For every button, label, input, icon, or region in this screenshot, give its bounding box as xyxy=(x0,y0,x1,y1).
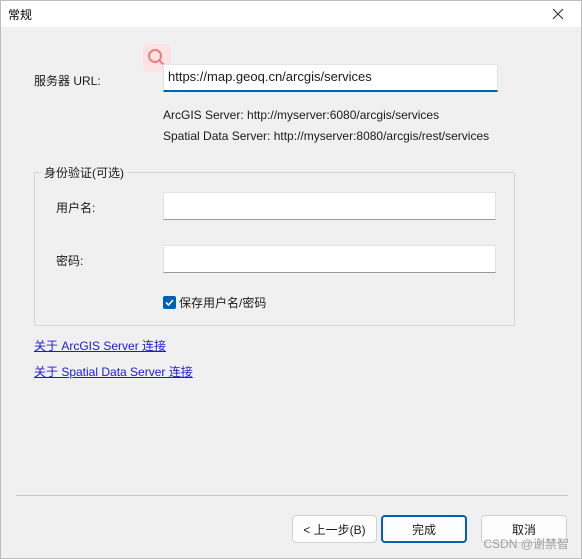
close-icon xyxy=(552,8,564,20)
watermark-text: CSDN @谢禁智 xyxy=(483,537,569,551)
close-button[interactable] xyxy=(549,5,567,23)
server-url-label: 服务器 URL: xyxy=(34,74,101,88)
checkbox-checked-icon xyxy=(163,295,176,309)
save-credentials-label: 保存用户名/密码 xyxy=(179,295,267,310)
username-field[interactable] xyxy=(163,192,496,220)
spatial-data-server-help-link[interactable]: 关于 Spatial Data Server 连接 xyxy=(34,363,193,380)
window-title: 常规 xyxy=(8,8,33,22)
back-button[interactable]: < 上一步(B) xyxy=(292,515,377,543)
username-label: 用户名: xyxy=(56,201,96,215)
arcgis-url-hint: ArcGIS Server: http://myserver:6080/arcg… xyxy=(163,108,440,122)
password-field[interactable] xyxy=(163,245,496,273)
spatial-url-hint: Spatial Data Server: http://myserver:808… xyxy=(163,129,490,143)
authentication-group-title: 身份验证(可选) xyxy=(41,164,127,181)
title-bar: 常规 xyxy=(1,1,581,27)
dialog-window: 常规 服务器 URL: ArcGIS Server: http://myserv… xyxy=(0,0,582,559)
arcgis-server-help-link[interactable]: 关于 ArcGIS Server 连接 xyxy=(34,337,166,354)
password-label: 密码: xyxy=(56,254,84,268)
finish-button[interactable]: 完成 xyxy=(381,515,467,543)
save-credentials-checkbox[interactable]: 保存用户名/密码 xyxy=(163,294,266,310)
server-url-input[interactable] xyxy=(163,64,498,92)
footer-separator xyxy=(16,495,568,496)
